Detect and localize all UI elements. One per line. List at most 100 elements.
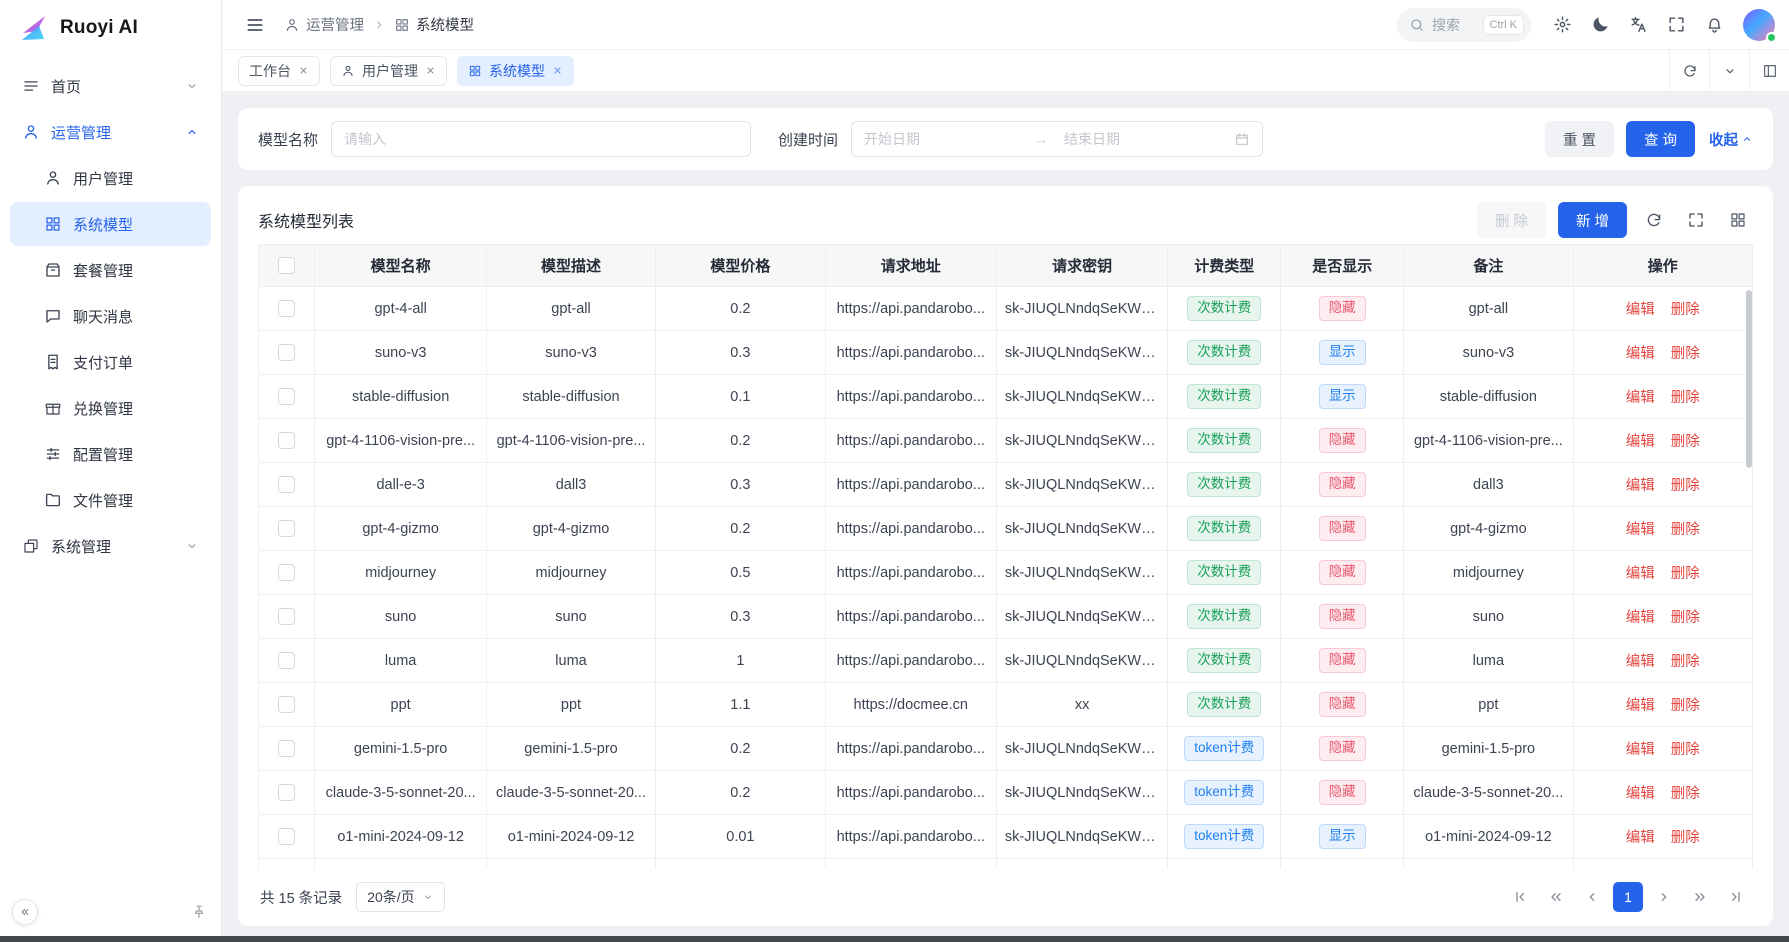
edit-link[interactable]: 编辑: [1626, 302, 1655, 318]
table-refresh-button[interactable]: [1639, 205, 1669, 235]
visibility-badge: 隐藏: [1319, 604, 1366, 629]
delete-link[interactable]: 删除: [1671, 786, 1700, 802]
page-number-button[interactable]: 1: [1613, 882, 1643, 912]
model-icon: [468, 64, 482, 78]
edit-link[interactable]: 编辑: [1626, 346, 1655, 362]
delete-link[interactable]: 删除: [1671, 830, 1700, 846]
delete-link[interactable]: 删除: [1671, 742, 1700, 758]
sidebar-item-package-management[interactable]: 套餐管理: [10, 248, 211, 292]
row-checkbox[interactable]: [278, 300, 295, 317]
select-all-checkbox[interactable]: [278, 257, 295, 274]
sidebar-item-chat-messages[interactable]: 聊天消息: [10, 294, 211, 338]
tab-workbench[interactable]: 工作台: [238, 56, 320, 86]
page-fast-prev-button[interactable]: [1541, 882, 1571, 912]
sidebar-item-home[interactable]: 首页: [10, 64, 211, 108]
model-icon: [394, 17, 410, 33]
column-header: 备注: [1404, 245, 1573, 287]
sidebar-item-payment-orders[interactable]: 支付订单: [10, 340, 211, 384]
user-avatar[interactable]: [1743, 9, 1775, 41]
sidebar-item-operations-management[interactable]: 运营管理: [10, 110, 211, 154]
edit-link[interactable]: 编辑: [1626, 742, 1655, 758]
model-name-cell: gpt-4-1106-vision-pre...: [315, 419, 486, 463]
page-size-select[interactable]: 20条/页: [356, 882, 444, 912]
sidebar-item-redeem-management[interactable]: 兑换管理: [10, 386, 211, 430]
page-last-button[interactable]: [1721, 882, 1751, 912]
edit-link[interactable]: 编辑: [1626, 434, 1655, 450]
delete-link[interactable]: 删除: [1671, 434, 1700, 450]
breadcrumb-system-model[interactable]: 系统模型: [394, 14, 474, 35]
delete-link[interactable]: 删除: [1671, 654, 1700, 670]
column-settings-button[interactable]: [1723, 205, 1753, 235]
page-next-button[interactable]: [1649, 882, 1679, 912]
delete-link[interactable]: 删除: [1671, 522, 1700, 538]
edit-link[interactable]: 编辑: [1626, 786, 1655, 802]
row-checkbox[interactable]: [278, 608, 295, 625]
row-checkbox[interactable]: [278, 344, 295, 361]
row-checkbox[interactable]: [278, 388, 295, 405]
tab-system-model[interactable]: 系统模型: [457, 56, 574, 86]
sidebar-item-system-model[interactable]: 系统模型: [10, 202, 211, 246]
model-name-input[interactable]: [331, 121, 751, 157]
edit-link[interactable]: 编辑: [1626, 610, 1655, 626]
edit-link[interactable]: 编辑: [1626, 478, 1655, 494]
row-checkbox[interactable]: [278, 652, 295, 669]
reset-button[interactable]: 重 置: [1545, 121, 1614, 157]
delete-link[interactable]: 删除: [1671, 390, 1700, 406]
query-button[interactable]: 查 询: [1626, 121, 1695, 157]
page-prev-button[interactable]: [1577, 882, 1607, 912]
add-button[interactable]: 新 增: [1558, 202, 1627, 238]
page-first-button[interactable]: [1505, 882, 1535, 912]
app-logo[interactable]: Ruoyi AI: [0, 0, 221, 56]
global-search[interactable]: 搜索 Ctrl K: [1397, 8, 1531, 42]
row-checkbox[interactable]: [278, 564, 295, 581]
edit-link[interactable]: 编辑: [1626, 698, 1655, 714]
table-fullscreen-button[interactable]: [1681, 205, 1711, 235]
collapse-filter-link[interactable]: 收起: [1709, 129, 1753, 150]
sidebar-item-user-management[interactable]: 用户管理: [10, 156, 211, 200]
delete-link[interactable]: 删除: [1671, 478, 1700, 494]
expand-icon: [1687, 211, 1705, 229]
delete-link[interactable]: 删除: [1671, 566, 1700, 582]
batch-delete-button[interactable]: 删 除: [1477, 202, 1546, 238]
delete-link[interactable]: 删除: [1671, 698, 1700, 714]
row-checkbox[interactable]: [278, 740, 295, 757]
sidebar-item-file-management[interactable]: 文件管理: [10, 478, 211, 522]
sidebar-item-system-management[interactable]: 系统管理: [10, 524, 211, 568]
edit-link[interactable]: 编辑: [1626, 566, 1655, 582]
row-checkbox[interactable]: [278, 828, 295, 845]
tab-user-management[interactable]: 用户管理: [330, 56, 447, 86]
edit-link[interactable]: 编辑: [1626, 654, 1655, 670]
sidebar-toggle-button[interactable]: [238, 8, 272, 42]
page-fast-next-button[interactable]: [1685, 882, 1715, 912]
row-checkbox[interactable]: [278, 476, 295, 493]
row-checkbox[interactable]: [278, 432, 295, 449]
language-button[interactable]: [1621, 8, 1655, 42]
create-time-range-picker[interactable]: 开始日期 → 结束日期: [851, 121, 1263, 157]
notifications-button[interactable]: [1697, 8, 1731, 42]
breadcrumb-operations[interactable]: 运营管理: [284, 14, 364, 35]
delete-link[interactable]: 删除: [1671, 302, 1700, 318]
model-name-cell: gpt-4-gizmo: [315, 507, 486, 551]
row-checkbox[interactable]: [278, 696, 295, 713]
sidebar-collapse-button[interactable]: [12, 899, 38, 925]
edit-link[interactable]: 编辑: [1626, 522, 1655, 538]
config-icon: [44, 445, 62, 463]
delete-link[interactable]: 删除: [1671, 346, 1700, 362]
close-icon[interactable]: [552, 65, 563, 76]
tabs-menu-button[interactable]: [1709, 50, 1749, 91]
delete-link[interactable]: 删除: [1671, 610, 1700, 626]
close-icon[interactable]: [298, 65, 309, 76]
tabs-refresh-button[interactable]: [1669, 50, 1709, 91]
edit-link[interactable]: 编辑: [1626, 390, 1655, 406]
sidebar-item-config-management[interactable]: 配置管理: [10, 432, 211, 476]
row-checkbox[interactable]: [278, 520, 295, 537]
close-icon[interactable]: [425, 65, 436, 76]
fullscreen-button[interactable]: [1659, 8, 1693, 42]
settings-button[interactable]: [1545, 8, 1579, 42]
row-checkbox[interactable]: [278, 784, 295, 801]
scrollbar-thumb[interactable]: [1746, 290, 1752, 468]
edit-link[interactable]: 编辑: [1626, 830, 1655, 846]
content-fullscreen-button[interactable]: [1749, 50, 1789, 91]
theme-toggle-button[interactable]: [1583, 8, 1617, 42]
sidebar-pin-button[interactable]: [191, 904, 207, 920]
